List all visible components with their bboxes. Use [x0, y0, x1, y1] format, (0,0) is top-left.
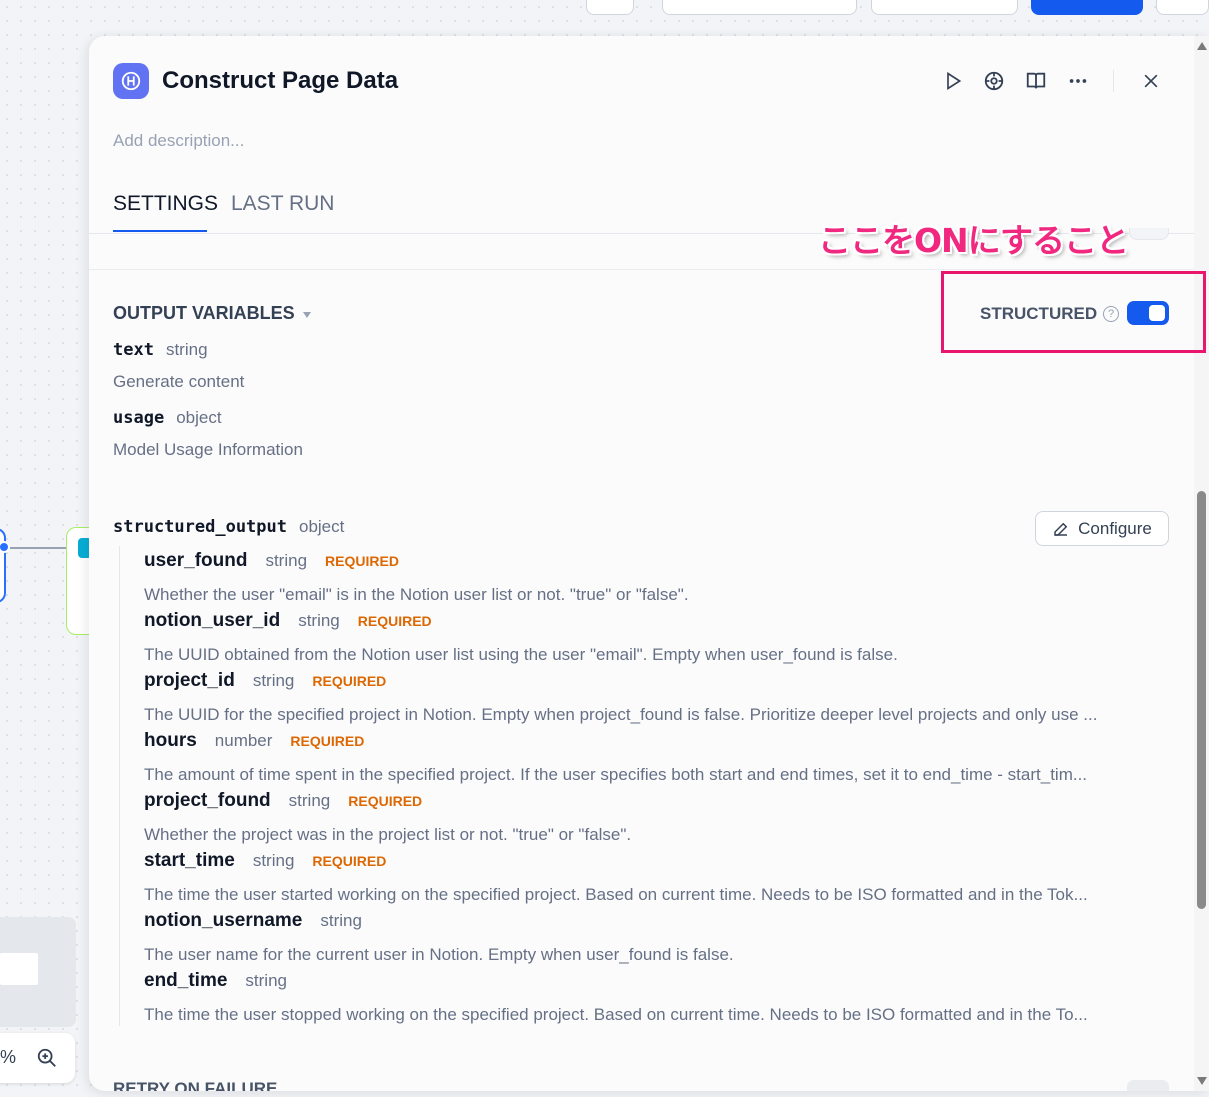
field-description: The time the user started working on the… — [144, 885, 1088, 904]
field-header: project_id string REQUIRED — [144, 670, 1154, 700]
node-title[interactable]: Construct Page Data — [162, 67, 398, 95]
zoom-in-icon[interactable] — [36, 1047, 58, 1069]
field-description: The UUID for the specified project in No… — [144, 705, 1098, 724]
configure-button[interactable]: Configure — [1035, 511, 1169, 546]
structured-field: project_found string REQUIRED Whether the p… — [144, 790, 1154, 850]
node-handle[interactable] — [0, 541, 10, 553]
field-type: string — [298, 611, 340, 630]
more-icon[interactable] — [1066, 69, 1090, 93]
node-edge — [10, 547, 66, 549]
workflow-node[interactable] — [0, 528, 6, 603]
field-description: Whether the project was in the project l… — [144, 825, 632, 844]
llm-node-icon — [113, 63, 149, 99]
field-type: string — [320, 911, 362, 930]
structured-field: end_time string The time the user stopped … — [144, 970, 1154, 1030]
field-description: The UUID obtained from the Notion user l… — [144, 645, 898, 664]
required-badge: REQUIRED — [325, 553, 399, 569]
field-name: user_found — [144, 550, 248, 571]
minimap-viewport — [0, 953, 38, 985]
field-header: project_found string REQUIRED — [144, 790, 1154, 820]
structured-field: hours number REQUIRED The amount of time sp… — [144, 730, 1154, 790]
structured-field: notion_user_id string REQUIRED The UUID obt… — [144, 610, 1154, 670]
annotation-text: ここをONにすること — [818, 221, 1129, 260]
output-variables-label: OUTPUT VARIABLES — [113, 303, 295, 323]
field-type: string — [288, 791, 331, 810]
structured-output-header: structured_output object — [113, 517, 345, 537]
toolbar-button-5[interactable] — [1156, 0, 1209, 15]
node-settings-panel: Construct Page Data Add description... S… — [89, 36, 1209, 1091]
field-header: user_found string REQUIRED — [144, 550, 1154, 580]
field-type: string — [245, 971, 287, 990]
field-name: project_found — [144, 790, 271, 811]
field-description: Whether the user "email" is in the Notio… — [144, 585, 689, 604]
scroll-down-icon[interactable] — [1197, 1077, 1207, 1085]
help-target-icon[interactable] — [982, 69, 1006, 93]
field-type: string — [265, 551, 308, 570]
tab-active-indicator — [113, 230, 207, 232]
required-badge: REQUIRED — [312, 853, 387, 869]
field-name: start_time — [144, 850, 235, 871]
output-variables-title[interactable]: OUTPUT VARIABLES — [113, 303, 311, 324]
tab-last-run[interactable]: LAST RUN — [231, 192, 334, 216]
field-type: string — [252, 851, 295, 870]
caret-down-icon — [302, 311, 311, 318]
toolbar-button-1[interactable] — [586, 0, 634, 15]
required-badge: REQUIRED — [348, 793, 423, 809]
toolbar-button-group[interactable] — [662, 0, 857, 15]
book-icon[interactable] — [1024, 69, 1048, 93]
field-type: number — [214, 731, 273, 750]
tree-line — [119, 546, 120, 1026]
field-header: notion_username string — [144, 910, 1154, 940]
field-header: hours number REQUIRED — [144, 730, 1154, 760]
field-description: The amount of time spent in the specifie… — [144, 765, 1088, 784]
field-header: notion_user_id string REQUIRED — [144, 610, 1154, 640]
field-header: end_time string — [144, 970, 1154, 1000]
required-badge: REQUIRED — [312, 673, 387, 689]
retry-toggle[interactable] — [1127, 1080, 1169, 1091]
scroll-up-icon[interactable] — [1197, 42, 1207, 50]
structured-field: project_id string REQUIRED The UUID for the… — [144, 670, 1154, 730]
scrollbar[interactable] — [1194, 36, 1209, 1091]
tab-settings[interactable]: SETTINGS — [113, 192, 218, 216]
field-description: The user name for the current user in No… — [144, 945, 734, 964]
field-description: The time the user stopped working on the… — [144, 1005, 1088, 1024]
field-type: string — [252, 671, 295, 690]
header-divider — [1113, 70, 1114, 92]
field-name: project_id — [144, 670, 235, 691]
description-input[interactable]: Add description... — [113, 131, 244, 151]
field-name: hours — [144, 730, 197, 751]
run-icon[interactable] — [941, 69, 965, 93]
output-var-text: text string — [113, 340, 208, 360]
structured-field: notion_username string The user name for t… — [144, 910, 1154, 970]
structured-field: user_found string REQUIRED Whether the user… — [144, 550, 1154, 610]
annotation-highlight-box — [941, 271, 1206, 353]
required-badge: REQUIRED — [290, 733, 365, 749]
field-name: notion_username — [144, 910, 303, 931]
field-header: start_time string REQUIRED — [144, 850, 1154, 880]
structured-field: start_time string REQUIRED The time the use… — [144, 850, 1154, 910]
scroll-thumb[interactable] — [1197, 491, 1206, 909]
output-var-text-desc: Generate content — [113, 372, 245, 391]
zoom-level: % — [0, 1047, 17, 1067]
publish-button[interactable] — [1031, 0, 1143, 15]
vision-toggle[interactable] — [1129, 228, 1169, 240]
field-name: end_time — [144, 970, 228, 991]
edit-icon — [1054, 522, 1068, 536]
close-icon[interactable] — [1139, 69, 1163, 93]
output-var-usage-desc: Model Usage Information — [113, 440, 303, 459]
field-name: notion_user_id — [144, 610, 281, 631]
output-var-usage: usage object — [113, 408, 222, 428]
toolbar-button-3[interactable] — [871, 0, 1018, 15]
retry-on-failure-label: RETRY ON FAILURE — [113, 1079, 278, 1091]
required-badge: REQUIRED — [357, 613, 432, 629]
